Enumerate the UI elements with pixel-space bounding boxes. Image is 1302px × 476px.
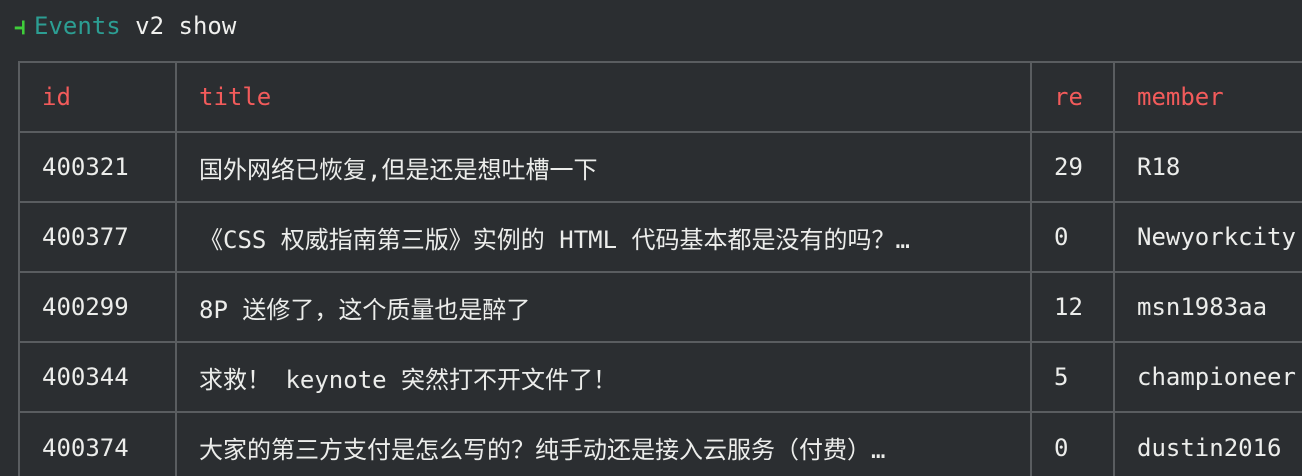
column-header-member: member (1113, 61, 1302, 132)
table-row: 400344 求救！ keynote 突然打不开文件了！ 5 champione… (18, 341, 1302, 412)
cell-re: 5 (1030, 341, 1114, 412)
cell-member: Newyorkcity (1113, 201, 1302, 272)
cell-re: 0 (1030, 201, 1114, 272)
command-name: Events (34, 12, 121, 40)
column-header-id: id (18, 61, 176, 132)
cell-id: 400374 (18, 411, 176, 476)
cell-member: R18 (1113, 131, 1302, 202)
table-row: 400377 《CSS 权威指南第三版》实例的 HTML 代码基本都是没有的吗？… (18, 201, 1302, 272)
cell-title: 大家的第三方支付是怎么写的？纯手动还是接入云服务（付费）… (175, 411, 1031, 476)
column-header-re: re (1030, 61, 1114, 132)
table-header-row: id title re member (18, 61, 1302, 132)
cell-id: 400321 (18, 131, 176, 202)
cell-id: 400377 (18, 201, 176, 272)
column-header-title: title (175, 61, 1031, 132)
events-table: id title re member 400321 国外网络已恢复,但是还是想吐… (18, 61, 1302, 476)
command-prompt-line: ⫞ Events v2 show (0, 8, 236, 44)
cell-re: 12 (1030, 271, 1114, 342)
terminal-window: ⫞ Events v2 show id title re member 40032… (0, 0, 1302, 476)
cell-re: 0 (1030, 411, 1114, 476)
command-args: v2 show (120, 12, 237, 40)
cell-title: 国外网络已恢复,但是还是想吐槽一下 (175, 131, 1031, 202)
cell-id: 400344 (18, 341, 176, 412)
cell-member: championeer (1113, 341, 1302, 412)
cell-re: 29 (1030, 131, 1114, 202)
prompt-arrow-icon: ⫞ (14, 12, 26, 40)
cell-member: dustin2016 (1113, 411, 1302, 476)
cell-title: 8P 送修了，这个质量也是醉了 (175, 271, 1031, 342)
cell-title: 求救！ keynote 突然打不开文件了！ (175, 341, 1031, 412)
cell-id: 400299 (18, 271, 176, 342)
table-row: 400299 8P 送修了，这个质量也是醉了 12 msn1983aa (18, 271, 1302, 342)
cell-member: msn1983aa (1113, 271, 1302, 342)
table-row: 400321 国外网络已恢复,但是还是想吐槽一下 29 R18 (18, 131, 1302, 202)
cell-title: 《CSS 权威指南第三版》实例的 HTML 代码基本都是没有的吗？… (175, 201, 1031, 272)
table-row: 400374 大家的第三方支付是怎么写的？纯手动还是接入云服务（付费）… 0 d… (18, 411, 1302, 476)
